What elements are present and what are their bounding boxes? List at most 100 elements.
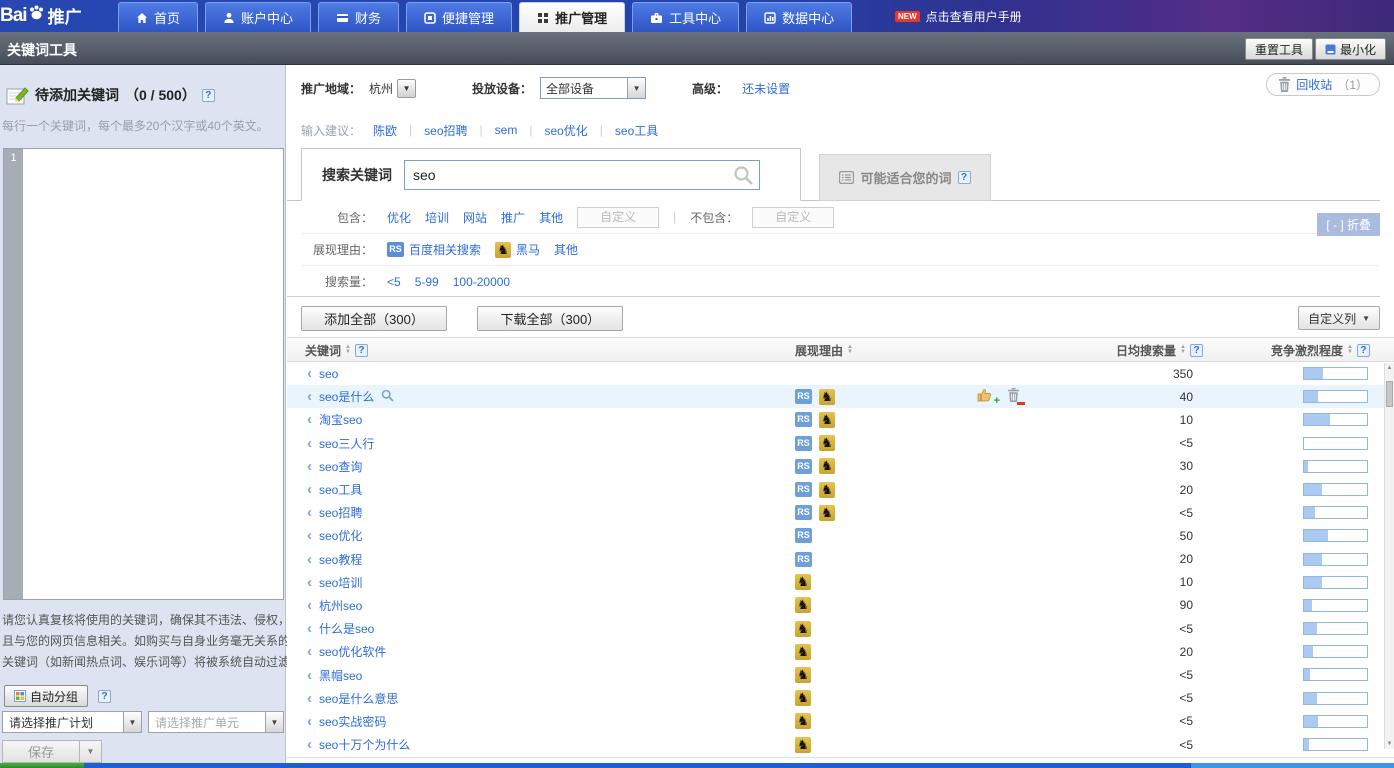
keyword-link[interactable]: 什么是seo — [319, 620, 374, 637]
suggestion-link[interactable]: seo招聘 — [424, 122, 467, 139]
search-icon[interactable] — [733, 165, 754, 189]
taskbar-strip[interactable] — [84, 763, 1190, 768]
keyword-link[interactable]: 黑帽seo — [319, 667, 362, 684]
volume-option[interactable]: <5 — [387, 275, 401, 289]
help-icon[interactable]: ? — [202, 89, 215, 102]
nav-tab-data-center[interactable]: 数据中心 — [746, 2, 852, 32]
sort-icon[interactable]: ▲▼ — [1347, 345, 1353, 355]
scroll-up-icon[interactable]: ▲ — [1385, 363, 1394, 373]
add-keyword-chevron-icon[interactable]: ‹ — [307, 552, 312, 567]
add-keyword-chevron-icon[interactable]: ‹ — [307, 412, 312, 427]
add-all-button[interactable]: 添加全部（300） — [301, 306, 447, 331]
sort-icon[interactable]: ▲▼ — [847, 345, 853, 355]
chevron-down-icon[interactable]: ▼ — [123, 712, 141, 732]
sort-icon[interactable]: ▲▼ — [345, 345, 351, 355]
thumbs-up-add-icon[interactable]: + — [977, 388, 993, 405]
nav-tab-finance[interactable]: 财务 — [318, 2, 399, 32]
chevron-down-icon[interactable]: ▼ — [627, 78, 645, 98]
scroll-down-icon[interactable]: ▼ — [1385, 739, 1394, 749]
save-button[interactable]: 保存 — [2, 740, 80, 763]
reason-heima-link[interactable]: ♞ 黑马 — [495, 241, 540, 258]
filter-include-option[interactable]: 推广 — [501, 209, 525, 226]
filter-include-option[interactable]: 其他 — [539, 209, 563, 226]
nav-tab-tool-center[interactable]: 工具中心 — [632, 2, 739, 32]
unit-select[interactable]: 请选择推广单元 ▼ — [148, 711, 284, 733]
keyword-link[interactable]: seo工具 — [319, 481, 362, 498]
help-icon[interactable]: ? — [1357, 344, 1370, 357]
keyword-link[interactable]: seo十万个为什么 — [319, 736, 410, 753]
column-header-volume[interactable]: 日均搜索量 — [1116, 342, 1176, 359]
keyword-link[interactable]: seo优化 — [319, 527, 362, 544]
filter-include-option[interactable]: 优化 — [387, 209, 411, 226]
region-dropdown-button[interactable]: ▼ — [397, 79, 416, 98]
filter-include-option[interactable]: 培训 — [425, 209, 449, 226]
keyword-link[interactable]: seo查询 — [319, 458, 362, 475]
volume-option[interactable]: 5-99 — [415, 275, 439, 289]
exclude-custom-button[interactable]: 自定义 — [752, 207, 834, 228]
reason-other-link[interactable]: 其他 — [554, 241, 578, 258]
recycle-bin-button[interactable]: 回收站 （1） — [1266, 73, 1380, 96]
add-keyword-chevron-icon[interactable]: ‹ — [307, 482, 312, 497]
plan-select[interactable]: 请选择推广计划 ▼ — [2, 711, 142, 733]
volume-option[interactable]: 100-20000 — [453, 275, 510, 289]
vertical-scrollbar[interactable]: ▲ ▼ — [1384, 363, 1394, 749]
reset-tool-button[interactable]: 重置工具 — [1245, 38, 1313, 60]
chevron-down-icon[interactable]: ▼ — [265, 712, 283, 732]
help-icon[interactable]: ? — [98, 690, 111, 703]
add-keyword-chevron-icon[interactable]: ‹ — [307, 505, 312, 520]
system-tray-sliver[interactable] — [1190, 763, 1394, 768]
reason-rs-link[interactable]: RS 百度相关搜索 — [387, 241, 481, 258]
keyword-link[interactable]: 淘宝seo — [319, 411, 362, 428]
help-icon[interactable]: ? — [1190, 344, 1203, 357]
help-icon[interactable]: ? — [355, 344, 368, 357]
delete-trash-icon[interactable] — [1007, 388, 1020, 405]
include-custom-button[interactable]: 自定义 — [577, 207, 659, 228]
add-keyword-chevron-icon[interactable]: ‹ — [307, 737, 312, 752]
nav-tab-promotion-manage[interactable]: 推广管理 — [519, 2, 625, 32]
add-keyword-chevron-icon[interactable]: ‹ — [307, 528, 312, 543]
add-keyword-chevron-icon[interactable]: ‹ — [307, 644, 312, 659]
nav-tab-account[interactable]: 账户中心 — [205, 2, 311, 32]
nav-tab-home[interactable]: 首页 — [118, 2, 198, 32]
add-keyword-chevron-icon[interactable]: ‹ — [307, 459, 312, 474]
save-dropdown-icon[interactable]: ▼ — [80, 740, 102, 763]
keywords-textarea[interactable] — [23, 149, 283, 599]
auto-group-button[interactable]: 自动分组 — [4, 685, 88, 707]
keyword-link[interactable]: seo是什么意思 — [319, 690, 398, 707]
keyword-link[interactable]: seo招聘 — [319, 504, 362, 521]
keyword-link[interactable]: seo优化软件 — [319, 643, 386, 660]
start-button-sliver[interactable] — [0, 763, 84, 768]
sort-icon[interactable]: ▲▼ — [1180, 345, 1186, 355]
collapse-button[interactable]: [ - ] 折叠 — [1317, 213, 1380, 236]
add-keyword-chevron-icon[interactable]: ‹ — [307, 691, 312, 706]
suggestion-link[interactable]: seo工具 — [615, 122, 658, 139]
help-icon[interactable]: ? — [958, 171, 971, 184]
keyword-link[interactable]: seo教程 — [319, 551, 362, 568]
minimize-button[interactable]: 最小化 — [1315, 38, 1386, 60]
advanced-not-set-link[interactable]: 还未设置 — [742, 80, 790, 97]
keyword-link[interactable]: seo培训 — [319, 574, 362, 591]
keyword-search-input[interactable] — [405, 161, 759, 189]
row-search-icon[interactable] — [381, 389, 394, 405]
add-keyword-chevron-icon[interactable]: ‹ — [307, 668, 312, 683]
add-keyword-chevron-icon[interactable]: ‹ — [307, 714, 312, 729]
add-keyword-chevron-icon[interactable]: ‹ — [307, 575, 312, 590]
device-select[interactable]: 全部设备 ▼ — [540, 77, 646, 99]
add-keyword-chevron-icon[interactable]: ‹ — [307, 598, 312, 613]
suitable-words-tab[interactable]: 可能适合您的词 ? — [819, 154, 991, 201]
add-keyword-chevron-icon[interactable]: ‹ — [307, 366, 312, 381]
add-keyword-chevron-icon[interactable]: ‹ — [307, 389, 312, 404]
keyword-link[interactable]: seo — [319, 367, 338, 381]
user-manual-link[interactable]: 点击查看用户手册 — [926, 8, 1022, 25]
add-keyword-chevron-icon[interactable]: ‹ — [307, 621, 312, 636]
column-header-competition[interactable]: 竞争激烈程度 — [1271, 342, 1343, 359]
column-header-reason[interactable]: 展现理由 — [795, 342, 843, 359]
download-all-button[interactable]: 下载全部（300） — [477, 306, 623, 331]
add-keyword-chevron-icon[interactable]: ‹ — [307, 436, 312, 451]
suggestion-link[interactable]: 陈欧 — [373, 122, 397, 139]
custom-columns-button[interactable]: 自定义列 ▼ — [1298, 306, 1380, 330]
keyword-link[interactable]: 杭州seo — [319, 597, 362, 614]
keyword-link[interactable]: seo三人行 — [319, 435, 374, 452]
column-header-keyword[interactable]: 关键词 — [305, 342, 341, 359]
suggestion-link[interactable]: sem — [495, 123, 518, 137]
